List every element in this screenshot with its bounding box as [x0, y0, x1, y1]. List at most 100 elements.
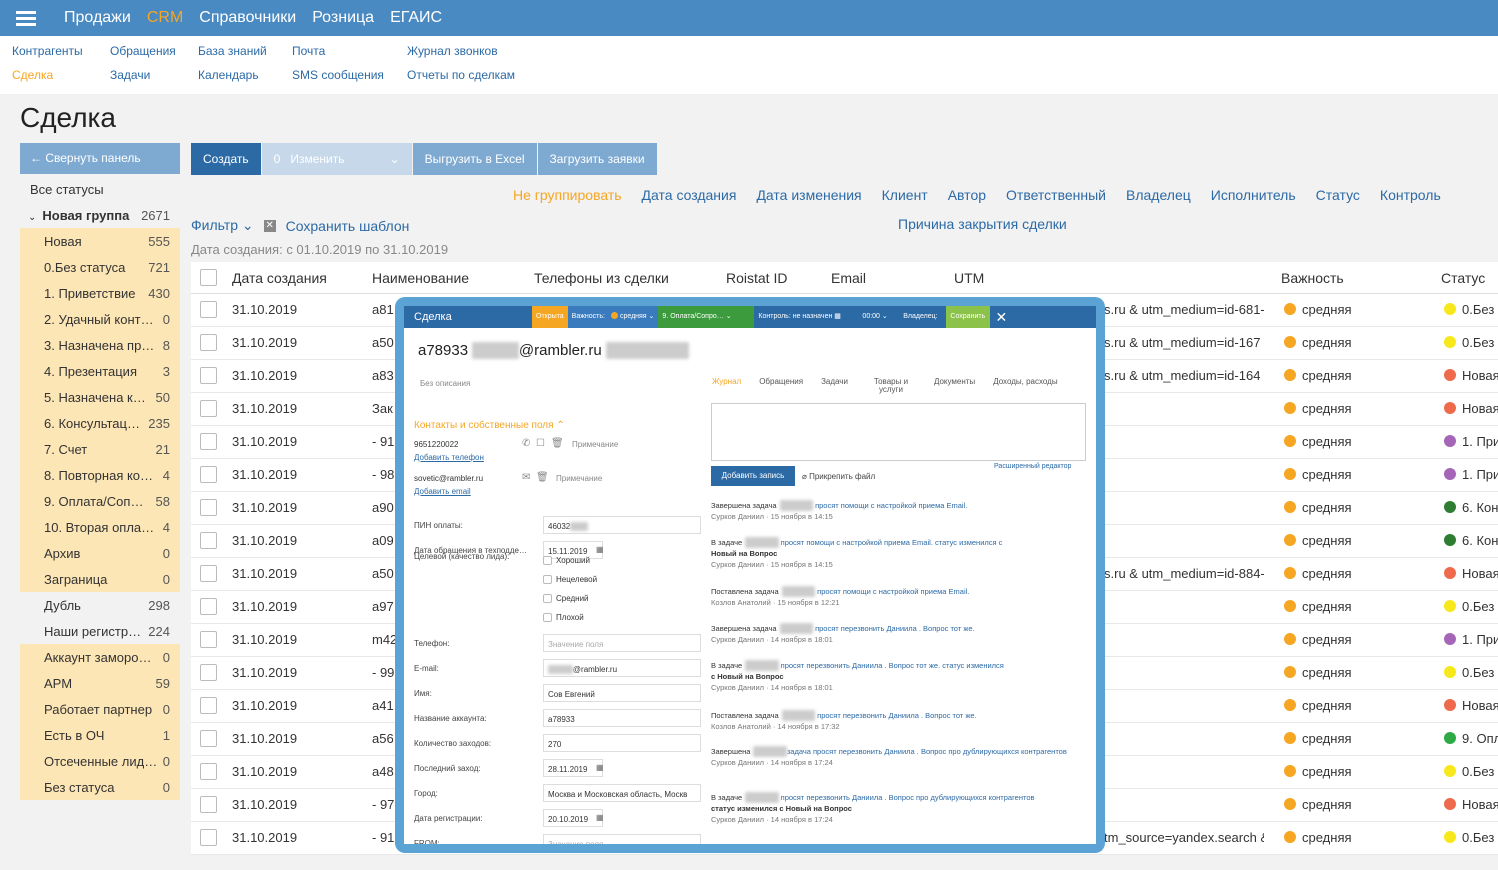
cell-name[interactable]: - 97: [372, 797, 394, 812]
target-option[interactable]: Средний: [543, 594, 589, 603]
row-checkbox[interactable]: [200, 829, 217, 846]
target-option[interactable]: Нецелевой: [543, 575, 597, 584]
subnav-contragents[interactable]: Контрагенты: [12, 44, 83, 68]
sidebar-status-item[interactable]: 0.Без статуса 721: [20, 254, 180, 280]
subnav-calendar[interactable]: Календарь: [198, 68, 267, 92]
log-task-text[interactable]: просят помощи с настройкой приема Email.: [815, 587, 969, 596]
groupby-option[interactable]: Клиент: [882, 187, 928, 203]
sidebar-status-item[interactable]: 8. Повторная ко… 4: [20, 462, 180, 488]
log-task-text[interactable]: просят помощи с настройкой приема Email.: [813, 501, 967, 510]
groupby-option[interactable]: Владелец: [1126, 187, 1191, 203]
modal-tab[interactable]: Товары и услуги: [866, 378, 916, 394]
sidebar-status-item[interactable]: Работает партнер 0: [20, 696, 180, 722]
calendar-icon[interactable]: ▦: [596, 763, 604, 772]
sidebar-status-item[interactable]: Есть в ОЧ 1: [20, 722, 180, 748]
log-task-text[interactable]: просят перезвонить Даниила . Вопрос тот …: [813, 624, 975, 633]
groupby-option[interactable]: Контроль: [1380, 187, 1441, 203]
target-checkbox[interactable]: [543, 594, 552, 603]
subnav-mail[interactable]: Почта: [292, 44, 384, 68]
row-checkbox[interactable]: [200, 367, 217, 384]
field-input[interactable]: a78933: [543, 709, 701, 727]
sidebar-status-item[interactable]: 7. Счет 21: [20, 436, 180, 462]
subnav-reports[interactable]: Отчеты по сделкам: [407, 68, 515, 92]
cell-name[interactable]: - 91: [372, 830, 394, 845]
contacts-heading[interactable]: Контакты и собственные поля ⌃: [414, 420, 565, 431]
target-option[interactable]: Хороший: [543, 556, 590, 565]
log-task-text[interactable]: просят помощи с настройкой приема Email.…: [779, 538, 1003, 547]
cell-name[interactable]: a09: [372, 533, 394, 548]
control-select[interactable]: Контроль: не назначен ▦: [754, 306, 859, 328]
trash-icon[interactable]: 🗑: [536, 472, 549, 483]
sidebar-status-item[interactable]: Новая 555: [20, 228, 180, 254]
sidebar-status-item[interactable]: 4. Презентация 3: [20, 358, 180, 384]
col-email[interactable]: Email: [831, 270, 866, 286]
collapse-panel-button[interactable]: ← Свернуть панель: [20, 143, 180, 174]
row-checkbox[interactable]: [200, 466, 217, 483]
sidebar-status-item[interactable]: 6. Консультац… 235: [20, 410, 180, 436]
sidebar-all-statuses[interactable]: Все статусы: [20, 176, 180, 202]
importance-select[interactable]: Важность: средняя ⌄: [567, 306, 659, 328]
cell-name[interactable]: a56: [372, 731, 394, 746]
col-created[interactable]: Дата создания: [232, 270, 327, 286]
cell-name[interactable]: - 99: [372, 665, 394, 680]
cell-name[interactable]: Зак: [372, 401, 393, 416]
col-roistat[interactable]: Roistat ID: [726, 270, 787, 286]
time-select[interactable]: 00:00 ⌄: [858, 306, 895, 328]
rich-editor-link[interactable]: Расширенный редактор: [994, 463, 1071, 470]
row-checkbox[interactable]: [200, 796, 217, 813]
groupby-close-reason[interactable]: Причина закрытия сделки: [898, 216, 1067, 232]
sidebar-status-item[interactable]: 3. Назначена пр… 8: [20, 332, 180, 358]
phone-icon[interactable]: ✆: [522, 438, 530, 449]
col-utm[interactable]: UTM: [954, 270, 984, 286]
log-task-text[interactable]: просят перезвонить Даниила . Вопрос тот …: [779, 661, 1004, 670]
log-task-text[interactable]: задача просят перезвонить Даниила . Вопр…: [787, 747, 1067, 756]
groupby-option[interactable]: Не группировать: [513, 187, 622, 203]
add-email-link[interactable]: Добавить email: [414, 487, 471, 496]
cell-name[interactable]: m42: [372, 632, 397, 647]
col-phones[interactable]: Телефоны из сделки: [534, 270, 669, 286]
sidebar-status-item[interactable]: АРМ 59: [20, 670, 180, 696]
field-input[interactable]: 270: [543, 734, 701, 752]
modal-tab[interactable]: Задачи: [821, 378, 848, 394]
filter-toggle[interactable]: Фильтр ⌄: [191, 217, 254, 234]
groupby-option[interactable]: Статус: [1316, 187, 1360, 203]
row-checkbox[interactable]: [200, 334, 217, 351]
owner-select[interactable]: Владелец: Сурков Даниил: [894, 306, 947, 364]
menu-icon[interactable]: [16, 10, 36, 26]
field-input[interactable]: 28.11.2019 ▦: [543, 759, 604, 777]
modal-save-button[interactable]: Сохранить: [946, 306, 991, 328]
cell-name[interactable]: a50: [372, 566, 394, 581]
row-checkbox[interactable]: [200, 763, 217, 780]
groupby-option[interactable]: Ответственный: [1006, 187, 1106, 203]
row-checkbox[interactable]: [200, 532, 217, 549]
groupby-option[interactable]: Автор: [948, 187, 986, 203]
field-input[interactable]: Значение поля: [543, 634, 701, 652]
sidebar-status-item[interactable]: Архив 0: [20, 540, 180, 566]
email-note[interactable]: Примечание: [556, 474, 602, 483]
row-checkbox[interactable]: [200, 565, 217, 582]
cell-name[interactable]: - 98: [372, 467, 394, 482]
create-button[interactable]: Создать: [191, 143, 261, 175]
topnav-item[interactable]: Продажи: [64, 9, 131, 27]
cell-name[interactable]: a83: [372, 368, 394, 383]
row-checkbox[interactable]: [200, 697, 217, 714]
groupby-option[interactable]: Дата создания: [642, 187, 737, 203]
target-checkbox[interactable]: [543, 556, 552, 565]
groupby-option[interactable]: Дата изменения: [756, 187, 861, 203]
select-all-checkbox[interactable]: [200, 269, 217, 286]
sidebar-status-item[interactable]: 1. Приветствие 430: [20, 280, 180, 306]
calendar-icon[interactable]: ▦: [596, 545, 604, 554]
mail-icon[interactable]: ✉: [522, 472, 530, 483]
modal-tab[interactable]: Обращения: [759, 378, 803, 394]
topnav-item[interactable]: Розница: [312, 9, 374, 27]
row-checkbox[interactable]: [200, 433, 217, 450]
groupby-option[interactable]: Исполнитель: [1211, 187, 1296, 203]
modal-tab[interactable]: Документы: [934, 378, 975, 394]
row-checkbox[interactable]: [200, 301, 217, 318]
deal-state[interactable]: Открыта: [532, 306, 568, 328]
cell-name[interactable]: a90: [372, 500, 394, 515]
sidebar-status-item[interactable]: Аккаунт заморо… 0: [20, 644, 180, 670]
stage-select[interactable]: 9. Оплата/Сопро… ⌄: [658, 306, 755, 328]
cell-name[interactable]: a41: [372, 698, 394, 713]
sidebar-status-item[interactable]: Заграница 0: [20, 566, 180, 592]
